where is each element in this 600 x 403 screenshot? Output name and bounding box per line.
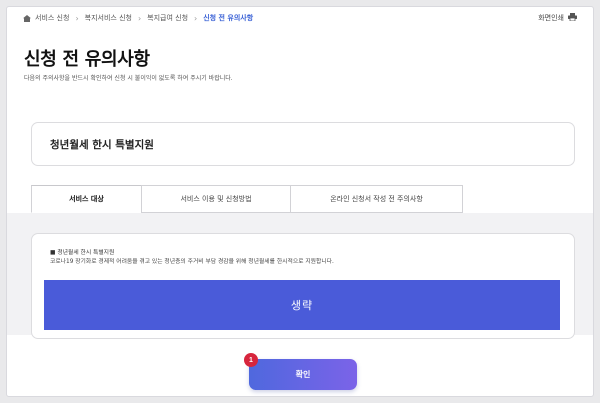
breadcrumb-separator: › [194, 13, 198, 23]
breadcrumb-item-current: 신청 전 유의사항 [203, 14, 254, 22]
print-label: 화면인쇄 [538, 14, 564, 22]
service-name: 청년월세 한시 특별지원 [50, 138, 154, 151]
breadcrumb-item-service-apply[interactable]: 서비스 신청 [35, 13, 69, 23]
tab-online-caution[interactable]: 온라인 신청서 작성 전 주의사항 [290, 185, 463, 213]
omitted-label: 생략 [290, 299, 314, 312]
tab-list: 서비스 대상 서비스 이용 및 신청방법 온라인 신청서 작성 전 주의사항 [31, 185, 463, 213]
breadcrumb-separator: › [75, 13, 79, 23]
service-name-card: 청년월세 한시 특별지원 [31, 122, 575, 166]
breadcrumb-item-welfare-service[interactable]: 복지서비스 신청 [85, 13, 132, 23]
tab-service-usage[interactable]: 서비스 이용 및 신청방법 [141, 185, 291, 213]
tab-content-card: ■ 청년월세 한시 특별지원 코로나19 장기화로 경제적 어려움을 겪고 있는… [31, 233, 575, 339]
breadcrumb-item-welfare-benefit[interactable]: 복지급여 신청 [147, 13, 188, 23]
content-description: 코로나19 장기화로 경제적 어려움을 겪고 있는 청년층의 주거비 부담 경감… [50, 259, 334, 265]
page-frame: 서비스 신청 › 복지서비스 신청 › 복지급여 신청 › 신청 전 유의사항 … [6, 6, 594, 397]
content-heading: ■ 청년월세 한시 특별지원 [50, 250, 115, 256]
page-subtitle: 다음의 주의사항을 반드시 확인하여 신청 시 불이익이 없도록 하여 주시기 … [24, 75, 233, 82]
tab-label: 온라인 신청서 작성 전 주의사항 [330, 195, 423, 203]
page-title: 신청 전 유의사항 [24, 49, 150, 70]
breadcrumb-separator: › [137, 13, 142, 23]
print-button[interactable]: 화면인쇄 [538, 13, 577, 23]
omitted-content-block: 생략 [44, 280, 560, 330]
confirm-button[interactable]: 확인 [249, 359, 357, 390]
breadcrumb: 서비스 신청 › 복지서비스 신청 › 복지급여 신청 › 신청 전 유의사항 [23, 13, 253, 23]
tab-label: 서비스 대상 [69, 195, 104, 203]
tab-service-target[interactable]: 서비스 대상 [31, 185, 142, 213]
breadcrumb-bar: 서비스 신청 › 복지서비스 신청 › 복지급여 신청 › 신청 전 유의사항 … [7, 7, 593, 29]
tab-label: 서비스 이용 및 신청방법 [180, 195, 252, 203]
printer-icon [568, 13, 577, 23]
step-badge: 1 [244, 353, 258, 367]
home-icon[interactable] [23, 14, 31, 22]
